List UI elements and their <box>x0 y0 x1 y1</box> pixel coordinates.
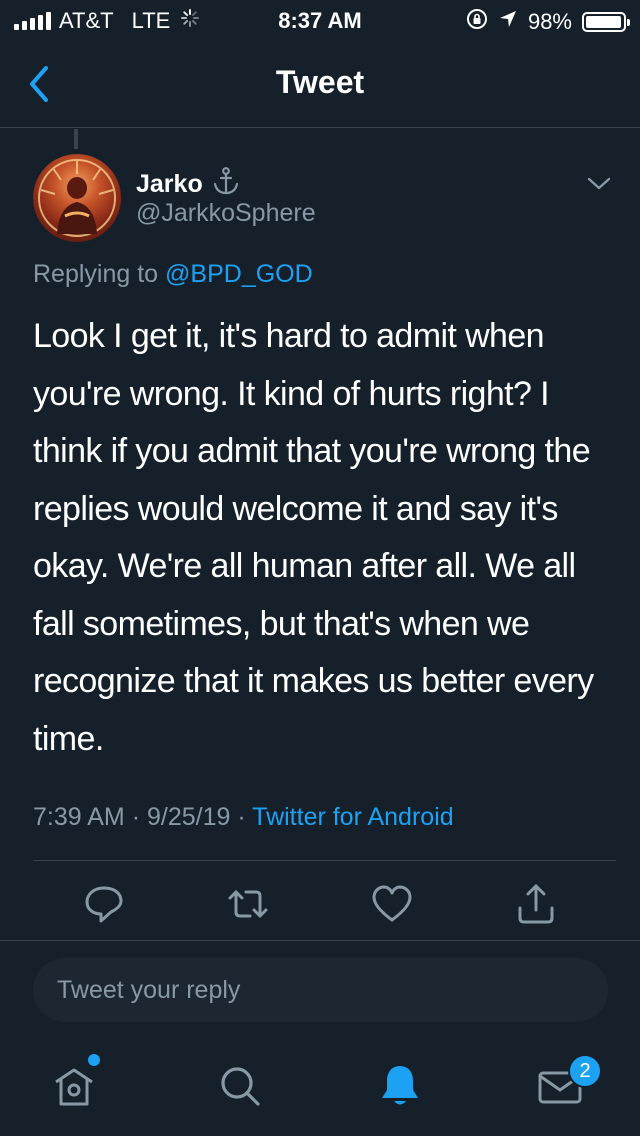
retweet-button[interactable] <box>226 882 270 926</box>
location-icon <box>498 9 518 35</box>
reply-placeholder: Tweet your reply <box>57 975 241 1004</box>
avatar-image <box>38 159 116 237</box>
status-bar: AT&T LTE 8:37 AM 98% <box>0 0 640 40</box>
home-icon <box>55 1068 93 1106</box>
divider <box>0 940 640 941</box>
like-button[interactable] <box>370 882 414 926</box>
share-icon <box>518 884 554 924</box>
tab-home[interactable] <box>48 1060 100 1112</box>
search-icon <box>221 1067 260 1106</box>
tweet-options-button[interactable] <box>584 172 614 196</box>
nav-bar: Tweet <box>0 40 640 128</box>
tab-notifications[interactable] <box>374 1060 426 1112</box>
reply-button[interactable] <box>82 882 126 926</box>
reply-input[interactable]: Tweet your reply <box>33 958 608 1022</box>
replying-to-mention[interactable]: @BPD_GOD <box>165 260 313 288</box>
battery-percent: 98% <box>527 9 572 34</box>
tweet-meta: 7:39 AM · 9/25/19 · Twitter for Android <box>33 803 454 832</box>
reply-icon <box>85 886 123 923</box>
tweet-time: 7:39 AM <box>33 803 125 831</box>
retweet-icon <box>228 890 268 918</box>
replying-to: Replying to @BPD_GOD <box>33 260 313 289</box>
meta-separator: · <box>131 803 141 831</box>
page-title: Tweet <box>275 64 365 100</box>
meta-separator: · <box>237 803 246 831</box>
messages-badge: 2 <box>568 1054 602 1088</box>
status-right: 98% <box>466 8 630 36</box>
replying-prefix: Replying to <box>33 260 159 288</box>
tweet-date: 9/25/19 <box>146 803 231 831</box>
home-notification-dot <box>88 1054 100 1066</box>
thread-connector-line <box>74 129 78 149</box>
tweet-actions <box>0 876 640 936</box>
tweet-source[interactable]: Twitter for Android <box>252 803 453 831</box>
battery-fill <box>586 16 622 28</box>
username[interactable]: @JarkkoSphere <box>136 199 316 228</box>
notifications-icon <box>382 1066 418 1105</box>
divider <box>33 860 616 861</box>
battery-icon <box>582 12 630 32</box>
anchor-icon <box>211 166 241 203</box>
like-icon <box>372 885 412 922</box>
tweet-text: Look I get it, it's hard to admit when y… <box>33 317 594 758</box>
chevron-down-icon <box>587 177 611 190</box>
tab-search[interactable] <box>214 1060 266 1112</box>
avatar[interactable] <box>33 154 121 242</box>
share-button[interactable] <box>514 882 558 926</box>
orientation-lock-icon <box>466 8 488 36</box>
display-name[interactable]: Jarko <box>136 166 241 203</box>
display-name-text: Jarko <box>136 170 203 198</box>
